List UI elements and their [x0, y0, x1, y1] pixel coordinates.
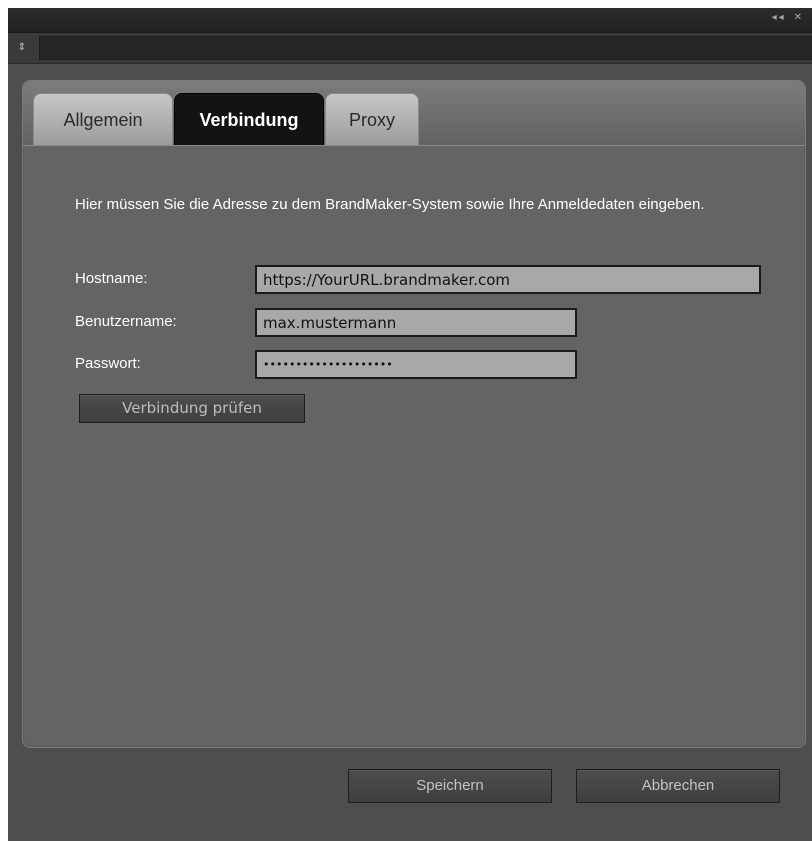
tab-verbindung[interactable]: Verbindung: [174, 93, 324, 145]
tab-strip: Allgemein Verbindung Proxy: [23, 81, 805, 146]
settings-dialog: Allgemein Verbindung Proxy Hier müssen S…: [22, 80, 806, 748]
close-icon[interactable]: ✕: [794, 12, 804, 23]
tab-allgemein[interactable]: Allgemein: [33, 93, 173, 145]
extension-panel: ◂◂ ✕ ⇕ Allgemein Verbindung Proxy Hier mü…: [8, 8, 812, 841]
panel-menu-strip: [39, 36, 812, 60]
save-button[interactable]: Speichern: [348, 769, 552, 803]
hostname-input[interactable]: [255, 265, 761, 294]
menu-toggle-icon[interactable]: ⇕: [11, 40, 33, 56]
password-label: Passwort:: [75, 355, 141, 372]
password-input[interactable]: [255, 350, 577, 379]
panel-menubar: ⇕: [8, 33, 812, 64]
panel-controls: ◂◂ ✕: [772, 12, 812, 23]
connection-description: Hier müssen Sie die Adresse zu dem Brand…: [75, 196, 705, 213]
cancel-button[interactable]: Abbrechen: [576, 769, 780, 803]
check-connection-button[interactable]: Verbindung prüfen: [79, 394, 305, 423]
collapse-icon[interactable]: ◂◂: [772, 12, 786, 23]
tab-proxy[interactable]: Proxy: [325, 93, 419, 145]
hostname-label: Hostname:: [75, 270, 148, 287]
username-input[interactable]: [255, 308, 577, 337]
username-label: Benutzername:: [75, 313, 177, 330]
panel-titlebar: ◂◂ ✕: [8, 8, 812, 33]
